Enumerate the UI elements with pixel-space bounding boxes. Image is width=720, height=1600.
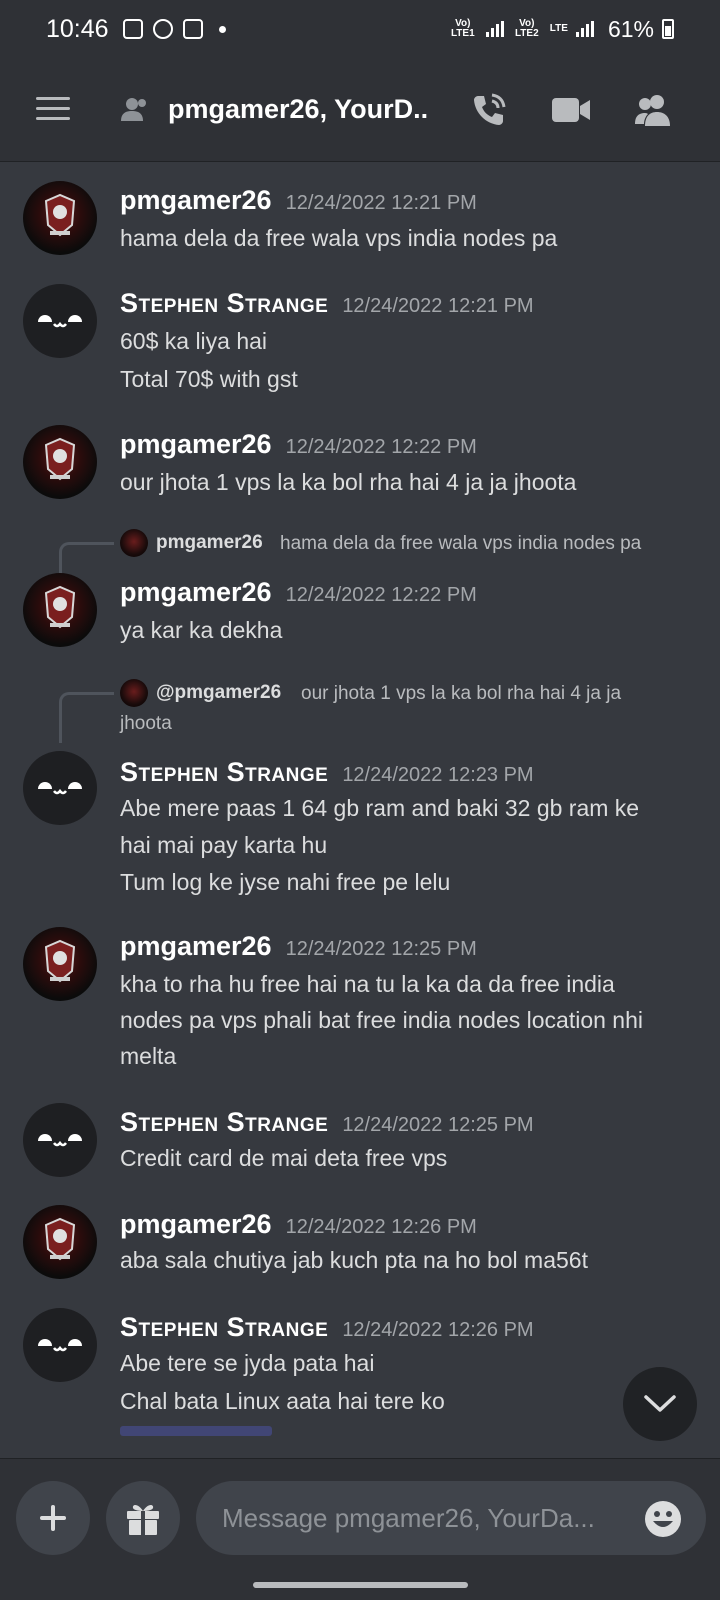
- status-bar: 10:46 Vo) LTE1 Vo) LTE2 LTE 61%: [0, 0, 720, 58]
- reply-author: pmgamer26: [156, 532, 263, 553]
- video-call-button[interactable]: [549, 88, 593, 132]
- message-timestamp: 12/24/2022 12:23 PM: [342, 764, 534, 786]
- sim2-label: Vo) LTE2: [514, 18, 539, 39]
- reply-text: jhoota: [120, 713, 172, 734]
- avatar[interactable]: [23, 425, 97, 499]
- message-text: hai mai pay karta hu: [120, 832, 328, 858]
- smiley-face-icon: [38, 782, 82, 795]
- plus-icon: [40, 1505, 66, 1531]
- message-text: nodes pa vps phali bat free india nodes …: [120, 1007, 643, 1033]
- message-timestamp: 12/24/2022 12:26 PM: [285, 1216, 477, 1238]
- status-right: Vo) LTE1 Vo) LTE2 LTE 61%: [448, 16, 674, 42]
- channel-title[interactable]: pmgamer26, YourD..: [168, 94, 443, 125]
- avatar[interactable]: [23, 284, 97, 358]
- message-text: Chal bata Linux aata hai tere ko: [120, 1388, 445, 1414]
- checkbox-icon: [182, 19, 203, 39]
- menu-icon[interactable]: [36, 97, 70, 121]
- phone-call-icon: [474, 93, 506, 125]
- pm-gamer-logo-icon: [44, 1217, 76, 1261]
- message-author[interactable]: pmgamer26 12/24/2022 12:22 PM: [120, 429, 477, 460]
- signal-bars-icon: [575, 21, 594, 37]
- add-attachment-button[interactable]: [16, 1481, 90, 1555]
- pm-gamer-logo-icon: [44, 437, 76, 481]
- gift-button[interactable]: [106, 1481, 180, 1555]
- message-author[interactable]: pmgamer26 12/24/2022 12:21 PM: [120, 185, 477, 216]
- message-author[interactable]: Stephen Strange 12/24/2022 12:26 PM: [120, 1312, 534, 1343]
- message-text: aba sala chutiya jab kuch pta na ho bol …: [120, 1247, 588, 1273]
- smiley-face-icon: [38, 315, 82, 328]
- message-text: Abe tere se jyda pata hai: [120, 1350, 375, 1376]
- reply-text: hama dela da free wala vps india nodes p…: [280, 533, 642, 554]
- members-icon: [635, 95, 670, 126]
- jump-to-latest-button[interactable]: [623, 1367, 697, 1441]
- message-timestamp: 12/24/2022 12:26 PM: [342, 1319, 534, 1341]
- reply-spine: [59, 542, 114, 575]
- message-text: ya kar ka dekha: [120, 617, 283, 643]
- message-input[interactable]: [196, 1481, 706, 1555]
- avatar[interactable]: [23, 1308, 97, 1382]
- battery-icon: [662, 19, 674, 39]
- avatar[interactable]: [23, 1205, 97, 1279]
- status-time: 10:46: [46, 14, 109, 43]
- message-author[interactable]: pmgamer26 12/24/2022 12:26 PM: [120, 1209, 477, 1240]
- message-author[interactable]: Stephen Strange 12/24/2022 12:21 PM: [120, 288, 534, 319]
- message-text: our jhota 1 vps la ka bol rha hai 4 ja j…: [120, 469, 577, 495]
- avatar[interactable]: [23, 1103, 97, 1177]
- message-timestamp: 12/24/2022 12:21 PM: [342, 295, 534, 317]
- message-text: Total 70$ with gst: [120, 366, 298, 392]
- message-author[interactable]: pmgamer26 12/24/2022 12:22 PM: [120, 577, 477, 608]
- video-camera-icon: [552, 98, 590, 122]
- message-timestamp: 12/24/2022 12:21 PM: [285, 192, 477, 214]
- more-notifications-dot-icon: [218, 25, 226, 33]
- gallery-icon: [122, 19, 143, 39]
- chevron-down-icon: [644, 1395, 676, 1412]
- message-composer: [0, 1458, 720, 1600]
- message-text: hama dela da free wala vps india nodes p…: [120, 225, 558, 251]
- message-timestamp: 12/24/2022 12:22 PM: [285, 584, 477, 606]
- pm-gamer-logo-icon: [44, 939, 76, 983]
- reply-avatar: [120, 529, 148, 557]
- reply-author: @pmgamer26: [156, 682, 282, 703]
- message-text: Credit card de mai deta free vps: [120, 1145, 448, 1171]
- message-author[interactable]: Stephen Strange 12/24/2022 12:23 PM: [120, 757, 534, 788]
- message-text: kha to rha hu free hai na tu la ka da da…: [120, 971, 615, 997]
- message-text: Abe mere paas 1 64 gb ram and baki 32 gb…: [120, 795, 640, 821]
- message-list[interactable]: pmgamer26 12/24/2022 12:21 PM hama dela d…: [0, 163, 720, 1458]
- smiley-face-icon: [38, 1134, 82, 1147]
- avatar[interactable]: [23, 751, 97, 825]
- message-timestamp: 12/24/2022 12:22 PM: [285, 436, 477, 458]
- voice-call-button[interactable]: [467, 88, 511, 132]
- message-timestamp: 12/24/2022 12:25 PM: [342, 1114, 534, 1136]
- battery-percent: 61%: [607, 16, 654, 42]
- reply-spine: [59, 692, 114, 743]
- message-text: Tum log ke jyse nahi free pe lelu: [120, 869, 451, 895]
- member-list-button[interactable]: [631, 88, 675, 132]
- message-text: 60$ ka liya hai: [120, 328, 268, 354]
- avatar[interactable]: [23, 927, 97, 1001]
- emoji-icon[interactable]: [643, 1499, 683, 1539]
- message-author[interactable]: Stephen Strange 12/24/2022 12:25 PM: [120, 1107, 534, 1138]
- pm-gamer-logo-icon: [44, 585, 76, 629]
- reply-avatar: [120, 679, 148, 707]
- sim1-label: Vo) LTE1: [450, 18, 475, 39]
- chat-header: pmgamer26, YourD..: [0, 58, 720, 162]
- pm-gamer-logo-icon: [44, 193, 76, 237]
- no-disturb-icon: [152, 19, 173, 39]
- notification-icons: [122, 19, 226, 39]
- home-indicator[interactable]: [253, 1582, 468, 1588]
- message-text: melta: [120, 1043, 177, 1069]
- group-icon: [121, 98, 146, 121]
- smiley-face-icon: [38, 1339, 82, 1352]
- message-author[interactable]: pmgamer26 12/24/2022 12:25 PM: [120, 931, 477, 962]
- signal-bars-icon: [485, 21, 504, 37]
- mention-chip-partial[interactable]: [120, 1426, 272, 1436]
- gift-icon: [127, 1504, 159, 1535]
- network-type: LTE: [549, 23, 568, 34]
- avatar[interactable]: [23, 181, 97, 255]
- reply-text: our jhota 1 vps la ka bol rha hai 4 ja j…: [301, 683, 622, 704]
- avatar[interactable]: [23, 573, 97, 647]
- message-timestamp: 12/24/2022 12:25 PM: [285, 938, 477, 960]
